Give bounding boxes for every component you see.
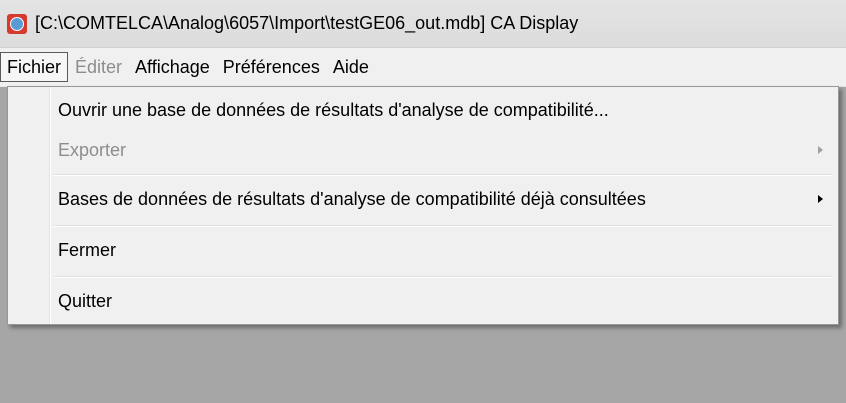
menu-item-label: Fermer: [58, 239, 116, 260]
menu-fichier[interactable]: Fichier: [0, 52, 69, 82]
title-bar: [C:\COMTELCA\Analog\6057\Import\testGE06…: [0, 0, 846, 48]
menu-separator: [54, 174, 832, 176]
menu-editer[interactable]: Éditer: [69, 52, 128, 82]
window-title: [C:\COMTELCA\Analog\6057\Import\testGE06…: [35, 13, 579, 33]
itu-globe-icon[interactable]: [7, 13, 27, 34]
menu-separator: [54, 276, 832, 278]
menu-preferences[interactable]: Préférences: [217, 52, 326, 82]
menu-item-quit[interactable]: Quitter: [11, 281, 833, 321]
menu-aide[interactable]: Aide: [327, 52, 375, 82]
menu-bar: Fichier Éditer Affichage Préférences Aid…: [0, 48, 846, 87]
menu-item-open-database[interactable]: Ouvrir une base de données de résultats …: [11, 90, 833, 130]
submenu-arrow-icon: [818, 195, 823, 203]
menu-separator: [54, 225, 832, 227]
menu-item-close[interactable]: Fermer: [11, 230, 833, 270]
menu-item-export[interactable]: Exporter: [11, 130, 833, 170]
menu-affichage[interactable]: Affichage: [129, 52, 216, 82]
submenu-arrow-icon: [818, 146, 823, 154]
menu-item-label: Ouvrir une base de données de résultats …: [58, 99, 609, 120]
menu-item-label: Quitter: [58, 290, 113, 311]
file-menu-dropdown: Ouvrir une base de données de résultats …: [7, 86, 839, 325]
menu-item-recent-databases[interactable]: Bases de données de résultats d'analyse …: [11, 179, 833, 219]
menu-item-label: Exporter: [58, 139, 127, 160]
menu-item-label: Bases de données de résultats d'analyse …: [58, 188, 646, 209]
